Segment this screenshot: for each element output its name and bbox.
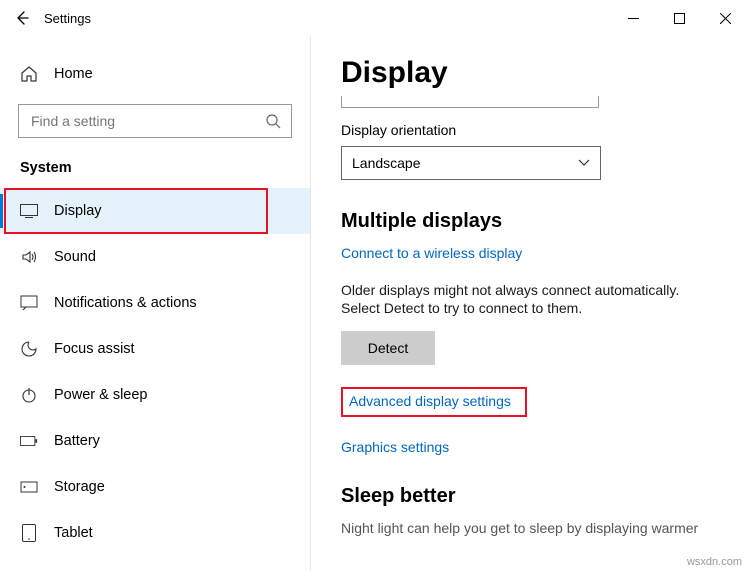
page-title: Display xyxy=(341,56,748,90)
sleep-better-text: Night light can help you get to sleep by… xyxy=(341,520,748,536)
titlebar: Settings xyxy=(0,0,748,36)
sidebar-item-label: Sound xyxy=(54,249,96,265)
older-displays-text: Older displays might not always connect … xyxy=(341,281,701,317)
sidebar-item-tablet[interactable]: Tablet xyxy=(0,510,310,556)
advanced-link-highlight: Advanced display settings xyxy=(341,387,527,417)
sidebar-item-sound[interactable]: Sound xyxy=(0,234,310,280)
sidebar-item-storage[interactable]: Storage xyxy=(0,464,310,510)
close-icon xyxy=(720,13,731,24)
power-icon xyxy=(20,386,38,404)
storage-icon xyxy=(20,478,38,496)
maximize-button[interactable] xyxy=(656,0,702,36)
minimize-button[interactable] xyxy=(610,0,656,36)
battery-icon xyxy=(20,432,38,450)
scale-slider-remnant xyxy=(341,96,599,108)
sidebar-item-label: Power & sleep xyxy=(54,387,148,403)
detect-button[interactable]: Detect xyxy=(341,331,435,365)
chevron-down-icon xyxy=(578,159,590,167)
multiple-displays-title: Multiple displays xyxy=(341,210,748,233)
home-label: Home xyxy=(54,66,93,82)
wireless-display-link[interactable]: Connect to a wireless display xyxy=(341,245,522,261)
back-button[interactable] xyxy=(0,10,44,26)
close-button[interactable] xyxy=(702,0,748,36)
search-field[interactable] xyxy=(29,112,265,130)
sidebar-item-display[interactable]: Display xyxy=(0,188,310,234)
orientation-select[interactable]: Landscape xyxy=(341,146,601,180)
search-input[interactable] xyxy=(18,104,292,138)
sidebar-item-battery[interactable]: Battery xyxy=(0,418,310,464)
sidebar-item-label: Display xyxy=(54,203,102,219)
main-content: Display Display orientation Landscape Mu… xyxy=(311,36,748,571)
sleep-better-title: Sleep better xyxy=(341,485,748,508)
sidebar-item-label: Focus assist xyxy=(54,341,135,357)
sidebar-item-label: Storage xyxy=(54,479,105,495)
graphics-settings-link[interactable]: Graphics settings xyxy=(341,439,449,455)
sidebar-item-power-sleep[interactable]: Power & sleep xyxy=(0,372,310,418)
focus-assist-icon xyxy=(20,340,38,358)
search-icon xyxy=(265,113,281,129)
window-title: Settings xyxy=(44,11,610,26)
sidebar-item-label: Battery xyxy=(54,433,100,449)
sidebar-item-label: Tablet xyxy=(54,525,93,541)
sidebar-item-notifications[interactable]: Notifications & actions xyxy=(0,280,310,326)
tablet-icon xyxy=(20,524,38,542)
category-label: System xyxy=(0,152,310,188)
watermark: wsxdn.com xyxy=(687,556,742,568)
sidebar: Home System Display Sound Notifications … xyxy=(0,36,310,571)
display-icon xyxy=(20,202,38,220)
orientation-label: Display orientation xyxy=(341,122,748,138)
notifications-icon xyxy=(20,294,38,312)
home-icon xyxy=(20,65,38,83)
orientation-value: Landscape xyxy=(352,155,421,171)
home-link[interactable]: Home xyxy=(0,54,310,94)
maximize-icon xyxy=(674,13,685,24)
back-arrow-icon xyxy=(14,10,30,26)
sidebar-item-label: Notifications & actions xyxy=(54,295,197,311)
minimize-icon xyxy=(628,13,639,24)
highlight-box xyxy=(4,188,268,234)
sidebar-item-focus-assist[interactable]: Focus assist xyxy=(0,326,310,372)
advanced-display-link[interactable]: Advanced display settings xyxy=(349,393,511,409)
sound-icon xyxy=(20,248,38,266)
